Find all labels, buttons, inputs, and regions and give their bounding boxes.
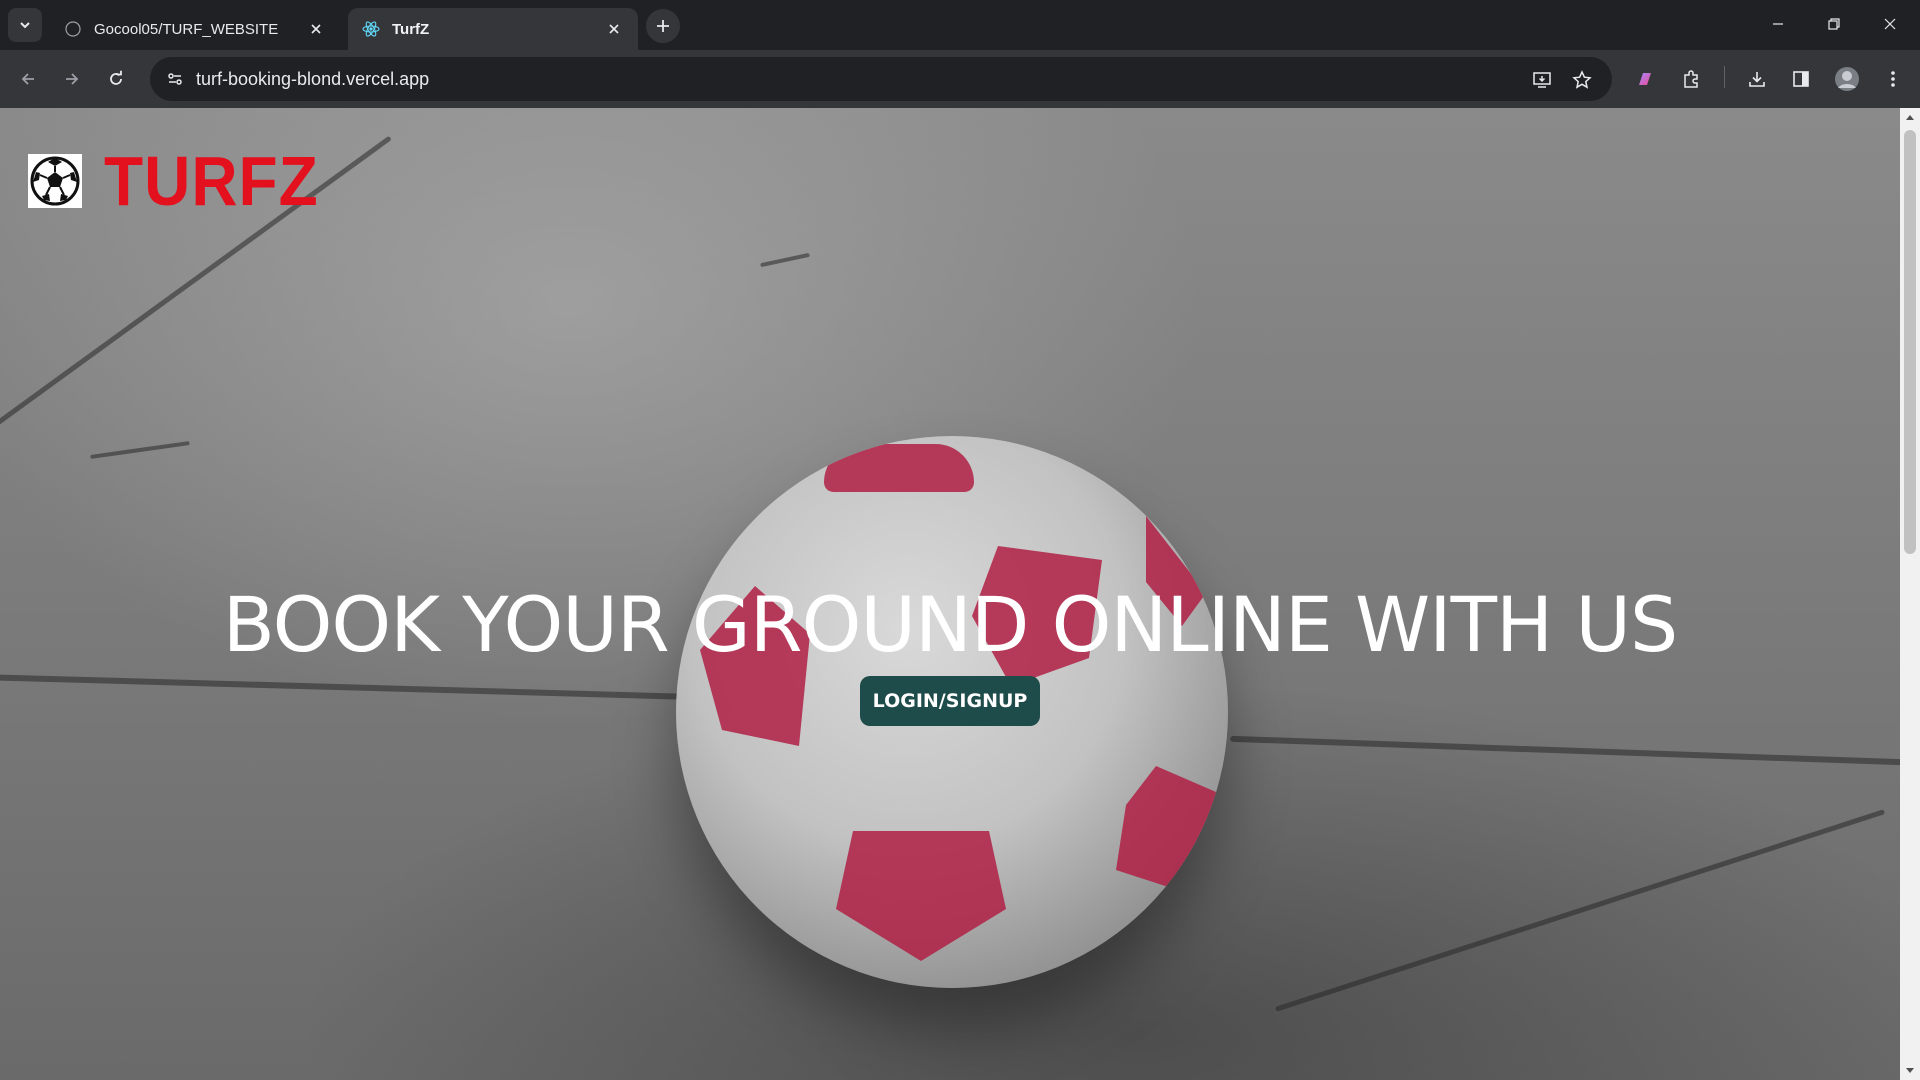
close-window-button[interactable] (1862, 0, 1918, 48)
tab-turfz[interactable]: TurfZ (348, 8, 638, 50)
brand-name: TURFZ (104, 142, 319, 220)
browser-toolbar: turf-booking-blond.vercel.app (0, 50, 1920, 108)
close-icon (1884, 18, 1896, 30)
tab-title: TurfZ (392, 20, 430, 38)
install-app-icon[interactable] (1528, 66, 1556, 94)
menu-kebab-icon[interactable] (1876, 62, 1910, 96)
reload-button[interactable] (98, 61, 134, 97)
restore-icon (1828, 18, 1840, 30)
github-icon (64, 20, 82, 38)
site-info-icon[interactable] (160, 64, 190, 94)
gemini-icon[interactable] (1628, 62, 1662, 96)
tab-title: Gocool05/TURF_WEBSITE (94, 20, 279, 38)
minimize-button[interactable] (1750, 0, 1806, 48)
scrollbar-thumb[interactable] (1904, 130, 1916, 554)
page-viewport: TURFZ BOOK YOUR GROUND ONLINE WITH US LO… (0, 108, 1900, 1080)
address-bar[interactable]: turf-booking-blond.vercel.app (150, 57, 1612, 101)
scroll-down-arrow-icon[interactable] (1905, 1066, 1915, 1076)
react-icon (362, 20, 380, 38)
chevron-down-icon (20, 22, 30, 29)
tab-search-button[interactable] (8, 8, 42, 42)
side-panel-icon[interactable] (1784, 62, 1818, 96)
forward-button[interactable] (54, 61, 90, 97)
bookmark-star-icon[interactable] (1568, 66, 1596, 94)
tab-strip: Gocool05/TURF_WEBSITE TurfZ (0, 0, 1920, 50)
download-icon[interactable] (1740, 62, 1774, 96)
page-scrollbar[interactable] (1900, 108, 1920, 1080)
hero-headline: BOOK YOUR GROUND ONLINE WITH US (222, 580, 1678, 669)
url-text[interactable]: turf-booking-blond.vercel.app (196, 69, 429, 90)
brand-logo[interactable]: TURFZ (28, 142, 319, 220)
scroll-up-arrow-icon[interactable] (1905, 112, 1915, 122)
arrow-left-icon (21, 73, 34, 85)
plus-icon (657, 20, 669, 32)
soccer-ball-icon (28, 154, 82, 208)
arrow-right-icon (66, 73, 79, 85)
close-icon[interactable] (604, 19, 624, 39)
login-signup-button[interactable]: LOGIN/SIGNUP (860, 676, 1040, 726)
back-button[interactable] (10, 61, 46, 97)
reload-icon (110, 70, 122, 85)
browser-chrome: Gocool05/TURF_WEBSITE TurfZ turf-booking… (0, 0, 1920, 108)
tab-github[interactable]: Gocool05/TURF_WEBSITE (50, 8, 340, 50)
minimize-icon (1773, 23, 1783, 25)
restore-button[interactable] (1806, 0, 1862, 48)
new-tab-button[interactable] (646, 9, 680, 43)
close-icon[interactable] (306, 19, 326, 39)
profile-avatar[interactable] (1830, 62, 1864, 96)
extensions-icon[interactable] (1674, 62, 1708, 96)
toolbar-separator (1724, 66, 1725, 88)
